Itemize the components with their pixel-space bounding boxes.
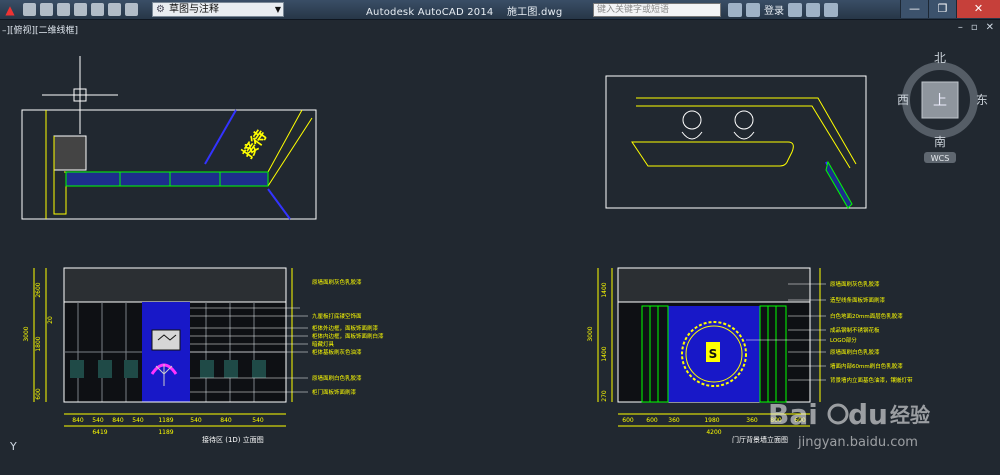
save-as-icon[interactable] [74, 3, 87, 16]
right-elevation-caption: 门厅背景墙立面图 [732, 435, 788, 444]
file-name: 施工图.dwg [506, 7, 563, 18]
wcs-menu[interactable]: WCS [931, 154, 950, 163]
dim-left-total-a: 6419 [92, 429, 107, 436]
search-input[interactable]: 键入关键字或短语 [593, 3, 721, 17]
note-left-6: 原墙面刷白色乳胶漆 [312, 374, 362, 382]
quick-access-toolbar [23, 3, 138, 16]
app-title: Autodesk AutoCAD 2014 [366, 7, 494, 18]
gear-icon: ⚙ [156, 4, 165, 15]
note-right-4: LOGO部分 [830, 336, 857, 344]
chevron-down-icon: ▼ [274, 5, 281, 14]
dim-left-5: 540 [190, 417, 202, 424]
note-left-3: 柜体内边框，面板饰面刷白漆 [312, 332, 384, 340]
note-right-0: 原墙面刷灰色乳胶漆 [830, 280, 880, 288]
exchange-icon[interactable] [788, 2, 802, 17]
compass-east[interactable]: 东 [976, 93, 988, 107]
binoculars-icon[interactable] [728, 2, 742, 17]
note-left-2: 柜体外边框，面板饰面刷漆 [312, 324, 379, 332]
workspace-dropdown[interactable]: ⚙ 草图与注释 ▼ [152, 2, 284, 17]
vdim-right-3: 270 [601, 390, 608, 402]
vdim-right-0: 3000 [587, 326, 594, 341]
new-file-icon[interactable] [23, 3, 36, 16]
plan-view-lobby [605, 75, 867, 209]
plan-sign-text: 接待 [239, 127, 271, 162]
viewcube-top[interactable]: 上 [933, 93, 947, 109]
note-left-0: 原墙面刷灰色乳胶漆 [312, 278, 362, 286]
plan-view-reception: 接待 [21, 109, 317, 220]
dim-right-2: 360 [668, 417, 680, 424]
login-button[interactable]: 登录 [764, 2, 784, 17]
dim-left-2: 840 [112, 417, 124, 424]
dim-left-total-b: 1189 [158, 429, 173, 436]
document-window-controls: – ▫ ✕ [958, 22, 994, 33]
compass-north[interactable]: 北 [934, 51, 946, 65]
redo-icon[interactable] [125, 3, 138, 16]
baidu-watermark: Bai du 经验 jingyan.baidu.com [768, 398, 930, 450]
doc-minimize-icon[interactable]: – [958, 22, 963, 33]
dim-left-6: 840 [220, 417, 232, 424]
dim-left-0: 840 [72, 417, 84, 424]
open-file-icon[interactable] [40, 3, 53, 16]
compass-south[interactable]: 南 [934, 134, 946, 149]
compass-west[interactable]: 西 [897, 93, 909, 107]
help-icon[interactable] [824, 2, 838, 17]
dim-left-4: 1189 [158, 417, 173, 424]
restore-button[interactable]: ❐ [928, 0, 956, 18]
vdim-left-1: 2600 [35, 282, 42, 297]
note-left-1: 九厘板打底镂空饰面 [312, 312, 362, 320]
doc-close-icon[interactable]: ✕ [986, 22, 994, 33]
vdim-right-1: 1400 [601, 282, 608, 297]
vdim-left-0: 3000 [23, 326, 30, 341]
note-left-4: 暗藏灯具 [312, 340, 335, 348]
vdim-left-2: 1800 [35, 336, 42, 351]
undo-icon[interactable] [108, 3, 121, 16]
ucs-y-axis-label: Y [10, 440, 17, 453]
user-icon[interactable] [746, 2, 760, 17]
baidu-paw-icon [827, 403, 849, 425]
dim-left-7: 540 [252, 417, 264, 424]
watermark-url: jingyan.baidu.com [797, 435, 918, 450]
note-right-1: 造型线条面板饰面刷漆 [830, 296, 886, 304]
vdim-left-4: 20 [47, 316, 54, 324]
vdim-left-3: 600 [35, 388, 42, 400]
close-button[interactable]: ✕ [956, 0, 1000, 18]
title-bar: ▲ ⚙ 草图与注释 ▼ Autodesk AutoCAD 2014 施工图.dw… [0, 0, 1000, 20]
vdim-right-2: 1400 [601, 346, 608, 361]
dim-right-total: 4200 [706, 429, 721, 436]
dim-right-4: 360 [746, 417, 758, 424]
logo-glyph: S [709, 347, 718, 361]
note-right-5: 原墙面刷白色乳胶漆 [830, 348, 880, 356]
print-icon[interactable] [91, 3, 104, 16]
viewcube[interactable]: 上 北 南 东 西 WCS [897, 51, 988, 163]
dim-right-3: 1980 [704, 417, 719, 424]
dim-right-0: 600 [622, 417, 634, 424]
model-space-canvas[interactable]: 接待 上 北 南 东 西 WCS 840 540 840 540 1189 54… [0, 34, 1000, 475]
note-right-2: 白色地面20mm面层色乳胶漆 [830, 312, 903, 320]
doc-restore-icon[interactable]: ▫ [971, 22, 978, 33]
dim-left-1: 540 [92, 417, 104, 424]
left-elevation-caption: 接待区 (1D) 立面图 [202, 435, 264, 444]
dim-left-3: 540 [132, 417, 144, 424]
dim-right-1: 600 [646, 417, 658, 424]
minimize-button[interactable]: — [900, 0, 928, 18]
note-right-7: 背景墙内立面基色油漆，镶嵌灯带 [830, 376, 913, 384]
watermark-brand-2: du [848, 398, 888, 431]
elevation-reception: 840 540 840 540 1189 540 840 540 6419 11… [23, 267, 384, 444]
drawing-area-header [0, 20, 1000, 34]
save-icon[interactable] [57, 3, 70, 16]
watermark-brand: Bai [768, 398, 818, 431]
note-left-7: 柜门面板饰面刷漆 [312, 388, 357, 396]
note-left-5: 柜体基板刷灰色油漆 [312, 348, 362, 356]
autocad-logo-icon[interactable]: ▲ [3, 3, 17, 17]
note-right-6: 墙面内部60mm刷白色乳胶漆 [830, 362, 903, 370]
note-right-3: 成品钢制不锈钢花板 [830, 326, 880, 334]
share-icon[interactable] [806, 2, 820, 17]
crosshair-cursor [42, 56, 118, 134]
workspace-label: 草图与注释 [169, 4, 219, 15]
watermark-cn: 经验 [890, 403, 930, 427]
window-title: Autodesk AutoCAD 2014 施工图.dwg [366, 3, 562, 18]
